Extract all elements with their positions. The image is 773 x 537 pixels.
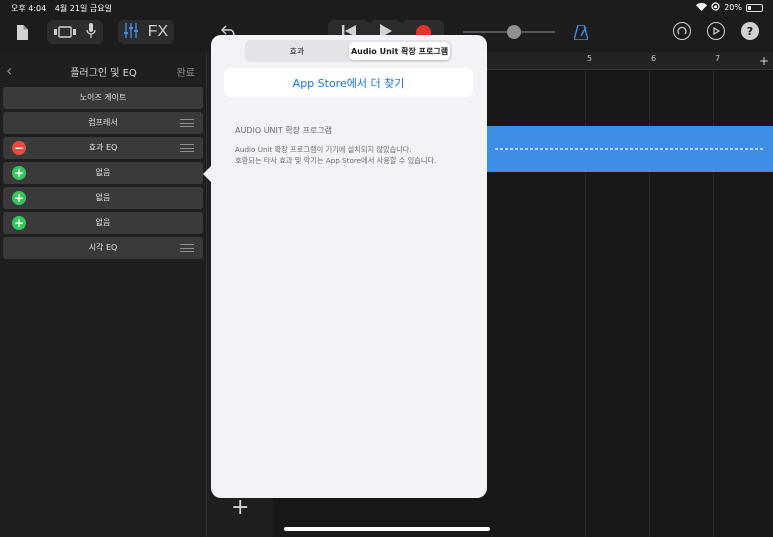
description-line-1: Audio Unit 확장 프로그램이 기기에 설치되지 않았습니다. bbox=[235, 145, 412, 154]
reorder-handle-icon[interactable] bbox=[180, 144, 194, 152]
plugin-slot-empty-3[interactable]: + 없음 bbox=[3, 212, 203, 234]
plugin-slot-label: 없음 bbox=[95, 218, 111, 227]
description-line-2: 호환되는 타사 효과 및 악기는 App Store에서 사용할 수 있습니다. bbox=[235, 156, 437, 165]
status-bar-right: 20% bbox=[696, 2, 763, 13]
plugin-slot-label: 효과 EQ bbox=[88, 143, 118, 152]
ruler-mark: 6 bbox=[651, 54, 657, 63]
fx-button[interactable]: FX bbox=[148, 23, 168, 41]
plugin-slot-visual-eq[interactable]: 시각 EQ bbox=[3, 237, 203, 259]
section-description: Audio Unit 확장 프로그램이 기기에 설치되지 않았습니다. 호환되는… bbox=[235, 144, 475, 166]
plugin-slot-label: 노이즈 게이트 bbox=[79, 93, 127, 102]
plugin-slot-noise-gate[interactable]: 노이즈 게이트 bbox=[3, 87, 203, 109]
settings-icon[interactable] bbox=[707, 22, 725, 40]
ruler-mark: 5 bbox=[587, 54, 593, 63]
master-volume-slider[interactable] bbox=[463, 25, 555, 39]
plugin-picker-popover: 효과 Audio Unit 확장 프로그램 App Store에서 더 찾기 A… bbox=[211, 35, 487, 498]
document-icon[interactable] bbox=[12, 20, 32, 44]
plugin-slot-empty-1[interactable]: + 없음 bbox=[3, 162, 203, 184]
audio-region[interactable] bbox=[483, 126, 773, 172]
mixer-icon[interactable] bbox=[123, 22, 138, 42]
battery-level bbox=[748, 5, 751, 10]
mixer-fx-group: FX bbox=[118, 20, 174, 44]
ruler-mark: 7 bbox=[715, 54, 721, 63]
status-bar-left: 오후 4:04 4월 21일 금요일 bbox=[11, 3, 118, 14]
segmented-control: 효과 Audio Unit 확장 프로그램 bbox=[245, 40, 452, 62]
find-more-app-store-button[interactable]: App Store에서 더 찾기 bbox=[224, 68, 473, 97]
add-track-button[interactable]: + bbox=[231, 495, 249, 520]
tab-effects[interactable]: 효과 bbox=[247, 42, 347, 60]
battery-icon bbox=[746, 3, 763, 12]
section-title: AUDIO UNIT 확장 프로그램 bbox=[235, 126, 333, 135]
plugin-slot-label: 없음 bbox=[95, 193, 111, 202]
plugin-slot-effect-eq[interactable]: − 효과 EQ bbox=[3, 137, 203, 159]
plugin-slot-empty-2[interactable]: + 없음 bbox=[3, 187, 203, 209]
reorder-handle-icon[interactable] bbox=[180, 119, 194, 127]
home-indicator[interactable] bbox=[284, 527, 490, 531]
plugins-eq-panel: ‹ 플러그인 및 EQ 완료 노이즈 게이트 컴프레서 − 효과 EQ + 없음… bbox=[0, 52, 207, 537]
battery-percent: 20% bbox=[724, 3, 742, 12]
track-view-icon[interactable] bbox=[54, 23, 76, 42]
plugin-slot-label: 컴프레서 bbox=[88, 118, 118, 127]
panel-header: ‹ 플러그인 및 EQ 완료 bbox=[0, 52, 207, 86]
plugin-slot-compressor[interactable]: 컴프레서 bbox=[3, 112, 203, 134]
reorder-handle-icon[interactable] bbox=[180, 244, 194, 252]
volume-knob[interactable] bbox=[507, 25, 521, 39]
view-controls bbox=[47, 20, 103, 44]
loop-icon[interactable] bbox=[673, 22, 691, 40]
status-date: 4월 21일 금요일 bbox=[54, 4, 112, 13]
plugin-slot-label: 시각 EQ bbox=[88, 243, 118, 252]
tab-audio-unit-extensions[interactable]: Audio Unit 확장 프로그램 bbox=[349, 42, 450, 60]
waveform bbox=[495, 148, 765, 150]
metronome-icon[interactable] bbox=[571, 20, 591, 44]
microphone-icon[interactable] bbox=[86, 22, 96, 42]
plugin-slot-label: 없음 bbox=[95, 168, 111, 177]
wifi-icon bbox=[696, 2, 708, 13]
add-section-button[interactable]: + bbox=[759, 54, 769, 68]
orientation-lock-icon bbox=[711, 2, 720, 13]
status-time: 오후 4:04 bbox=[11, 4, 47, 13]
help-icon[interactable]: ? bbox=[741, 22, 759, 40]
done-button[interactable]: 완료 bbox=[177, 64, 195, 79]
